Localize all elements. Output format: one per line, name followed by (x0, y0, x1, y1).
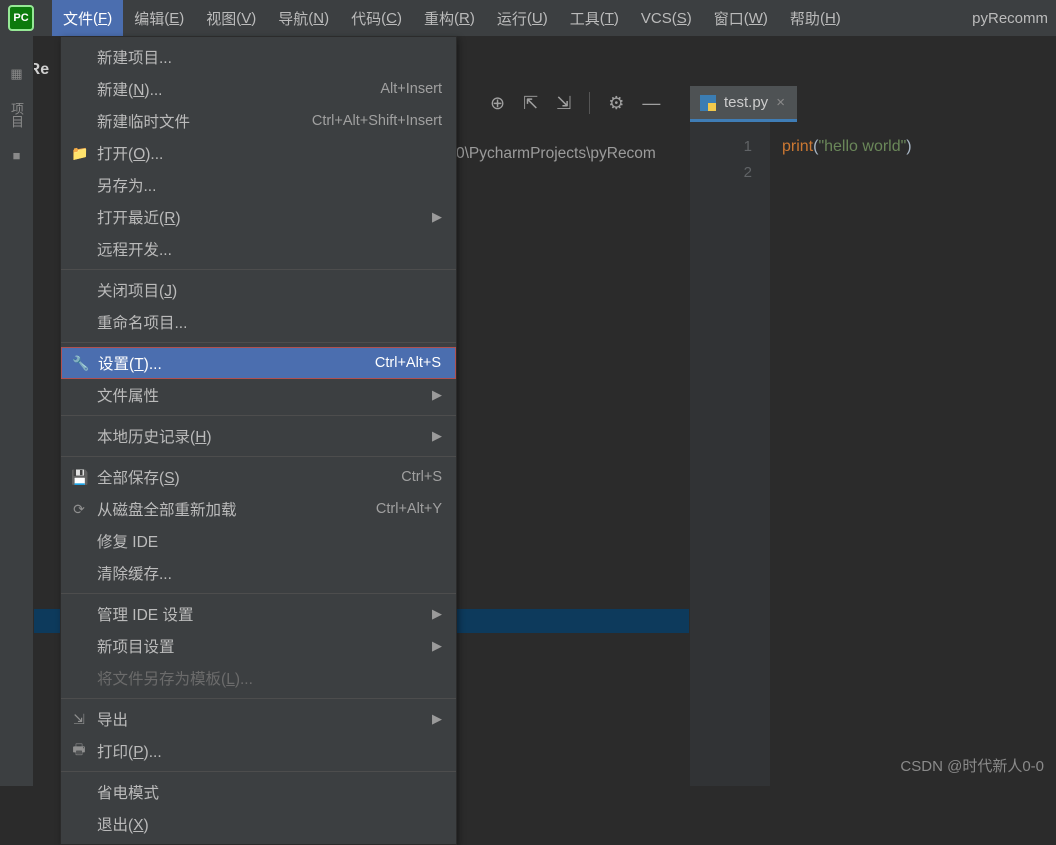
separator (61, 698, 456, 699)
wrench-icon: 🔧 (72, 355, 88, 372)
menu-vcs[interactable]: VCS(S) (630, 0, 703, 36)
chevron-right-icon: ▶ (432, 209, 442, 225)
separator (589, 92, 590, 114)
tab-test-py[interactable]: test.py × (690, 86, 797, 122)
line-number: 1 (690, 134, 752, 160)
menu-power-save[interactable]: 省电模式 (61, 776, 456, 808)
menu-tools[interactable]: 工具(T) (559, 0, 630, 36)
menu-open-recent[interactable]: 打开最近(R)▶ (61, 201, 456, 233)
separator (61, 269, 456, 270)
chevron-right-icon: ▶ (432, 387, 442, 403)
chevron-right-icon: ▶ (432, 606, 442, 622)
menu-help[interactable]: 帮助(H) (779, 0, 852, 36)
code-editor[interactable]: 1 2 print("hello world") (690, 122, 1056, 786)
chevron-right-icon: ▶ (432, 428, 442, 444)
menu-repair-ide[interactable]: 修复 IDE (61, 525, 456, 557)
menu-file[interactable]: 文件(F) (52, 0, 123, 36)
tool-strip: ▦ 项目 ■ (0, 36, 34, 786)
chevron-right-icon: ▶ (432, 711, 442, 727)
editor-tabs: test.py × (690, 86, 797, 122)
menu-new-scratch[interactable]: 新建临时文件Ctrl+Alt+Shift+Insert (61, 105, 456, 137)
separator (61, 593, 456, 594)
toolbar-icons: ⊕ ⇱ ⇲ ⚙ — (490, 92, 660, 114)
reload-icon: ⟳ (71, 501, 87, 518)
menu-run[interactable]: 运行(U) (486, 0, 559, 36)
chevron-right-icon: ▶ (432, 638, 442, 654)
export-icon: ⇲ (71, 711, 87, 728)
menu-open[interactable]: 📁打开(O)... (61, 137, 456, 169)
gear-icon[interactable]: ⚙ (608, 93, 624, 114)
menu-remote-dev[interactable]: 远程开发... (61, 233, 456, 265)
print-icon: 🖶 (71, 739, 87, 763)
menu-view[interactable]: 视图(V) (195, 0, 267, 36)
menu-print[interactable]: 🖶打印(P)... (61, 735, 456, 767)
expand-icon[interactable]: ⇱ (523, 93, 538, 114)
project-title: pyRecomm (972, 10, 1056, 27)
menu-close-project[interactable]: 关闭项目(J) (61, 274, 456, 306)
menu-new[interactable]: 新建(N)...Alt+Insert (61, 73, 456, 105)
line-gutter: 1 2 (690, 122, 770, 786)
folder-open-icon: 📁 (71, 145, 87, 162)
menu-settings[interactable]: 🔧设置(T)...Ctrl+Alt+S (61, 347, 456, 379)
folder-icon[interactable]: ■ (13, 148, 21, 163)
menu-code[interactable]: 代码(C) (340, 0, 413, 36)
tab-filename: test.py (724, 94, 768, 111)
line-number: 2 (690, 160, 752, 186)
menu-local-history[interactable]: 本地历史记录(H)▶ (61, 420, 456, 452)
menu-reload-disk[interactable]: ⟳从磁盘全部重新加载Ctrl+Alt+Y (61, 493, 456, 525)
menu-edit[interactable]: 编辑(E) (123, 0, 195, 36)
python-file-icon (700, 95, 716, 111)
separator (61, 771, 456, 772)
menu-invalidate-cache[interactable]: 清除缓存... (61, 557, 456, 589)
minimize-icon[interactable]: — (642, 93, 660, 114)
menu-save-as[interactable]: 另存为... (61, 169, 456, 201)
separator (61, 456, 456, 457)
separator (61, 415, 456, 416)
menu-new-project[interactable]: 新建项目... (61, 41, 456, 73)
menu-window[interactable]: 窗口(W) (703, 0, 779, 36)
target-icon[interactable]: ⊕ (490, 93, 505, 114)
menu-navigate[interactable]: 导航(N) (267, 0, 340, 36)
app-icon: PC (8, 5, 34, 31)
menubar: PC 文件(F) 编辑(E) 视图(V) 导航(N) 代码(C) 重构(R) 运… (0, 0, 1056, 36)
grid-icon[interactable]: ▦ (10, 66, 22, 82)
watermark: CSDN @时代新人0-0 (900, 755, 1044, 776)
menu-export[interactable]: ⇲导出▶ (61, 703, 456, 735)
code-content[interactable]: print("hello world") (770, 122, 1056, 786)
collapse-icon[interactable]: ⇲ (556, 93, 571, 114)
menu-rename-project[interactable]: 重命名项目... (61, 306, 456, 338)
menu-manage-ide[interactable]: 管理 IDE 设置▶ (61, 598, 456, 630)
menu-save-template: 将文件另存为模板(L)... (61, 662, 456, 694)
breadcrumb-path: 0\PycharmProjects\pyRecom (456, 145, 656, 163)
close-icon[interactable]: × (776, 94, 785, 111)
save-icon: 💾 (71, 469, 87, 486)
menu-new-project-settings[interactable]: 新项目设置▶ (61, 630, 456, 662)
file-menu-dropdown: 新建项目... 新建(N)...Alt+Insert 新建临时文件Ctrl+Al… (60, 36, 457, 845)
menu-save-all[interactable]: 💾全部保存(S)Ctrl+S (61, 461, 456, 493)
menu-exit[interactable]: 退出(X) (61, 808, 456, 840)
menu-file-properties[interactable]: 文件属性▶ (61, 379, 456, 411)
menu-refactor[interactable]: 重构(R) (413, 0, 486, 36)
separator (61, 342, 456, 343)
project-tool-button[interactable]: 项目 (7, 102, 26, 128)
